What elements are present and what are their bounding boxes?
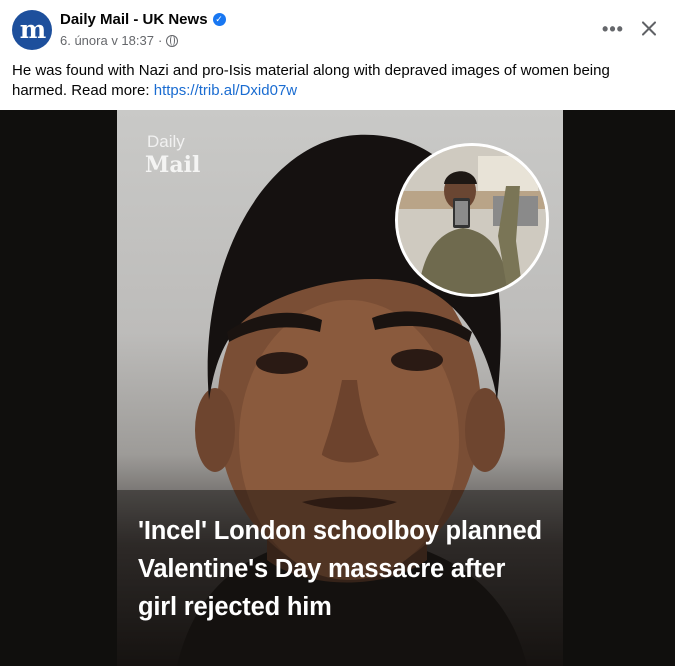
page-name[interactable]: Daily Mail - UK News — [60, 11, 208, 28]
image-headline: 'Incel' London schoolboy planned Valenti… — [138, 517, 542, 621]
post-media[interactable]: Daily Mail 'Incel' London schoolboy plan… — [0, 110, 675, 666]
post-meta: 6. února v 18:37 · — [60, 33, 179, 48]
inset-photo — [395, 143, 549, 297]
watermark-daily: Daily — [147, 132, 185, 151]
post-photo[interactable]: Daily Mail 'Incel' London schoolboy plan… — [117, 110, 563, 666]
post-message: He was found with Nazi and pro-Isis mate… — [12, 61, 652, 100]
meta-separator: · — [157, 33, 163, 48]
post-message-text: He was found with Nazi and pro-Isis mate… — [12, 62, 610, 99]
close-icon[interactable] — [634, 13, 664, 43]
read-more-link[interactable]: https://trib.al/Dxid07w — [154, 82, 297, 99]
page-avatar[interactable]: m — [12, 10, 52, 50]
inset-selfie-illustration — [398, 146, 546, 294]
public-globe-icon[interactable] — [166, 34, 179, 47]
page-name-row: Daily Mail - UK News ✓ — [60, 11, 226, 28]
more-options-button[interactable]: ••• — [598, 14, 628, 44]
post-header: m Daily Mail - UK News ✓ 6. února v 18:3… — [0, 0, 675, 58]
post-timestamp[interactable]: 6. února v 18:37 — [60, 33, 154, 48]
verified-badge-icon: ✓ — [212, 13, 226, 26]
watermark-mail: Mail — [145, 152, 201, 178]
